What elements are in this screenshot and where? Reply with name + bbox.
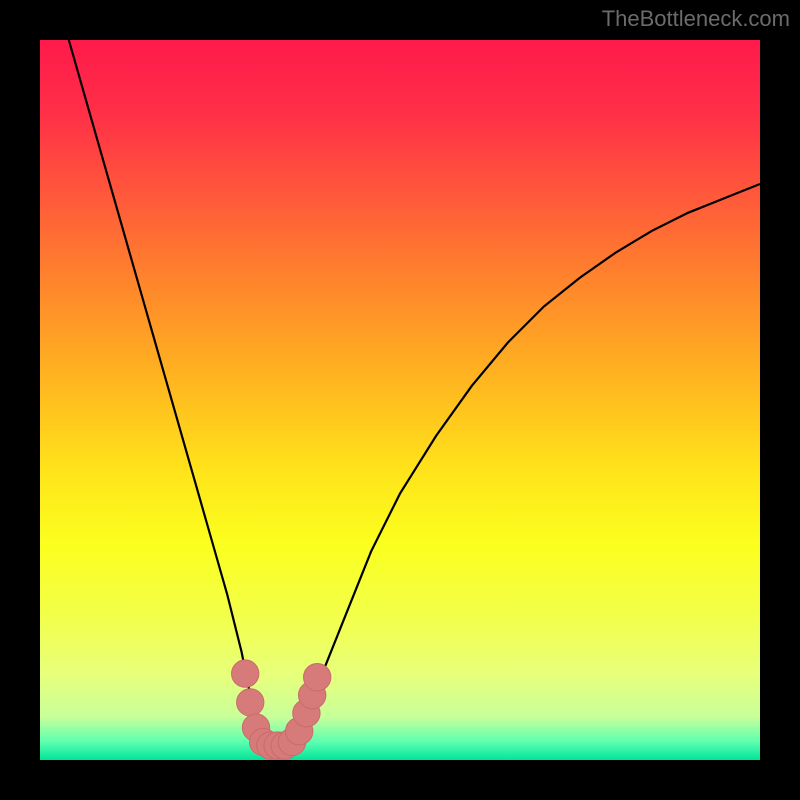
marker-dot — [304, 664, 331, 691]
bottleneck-chart — [40, 40, 760, 760]
marker-dot — [237, 689, 264, 716]
outer-frame: TheBottleneck.com — [0, 0, 800, 800]
plot-area — [40, 40, 760, 760]
watermark-text: TheBottleneck.com — [602, 6, 790, 32]
gradient-background — [40, 40, 760, 760]
marker-dot — [232, 660, 259, 687]
